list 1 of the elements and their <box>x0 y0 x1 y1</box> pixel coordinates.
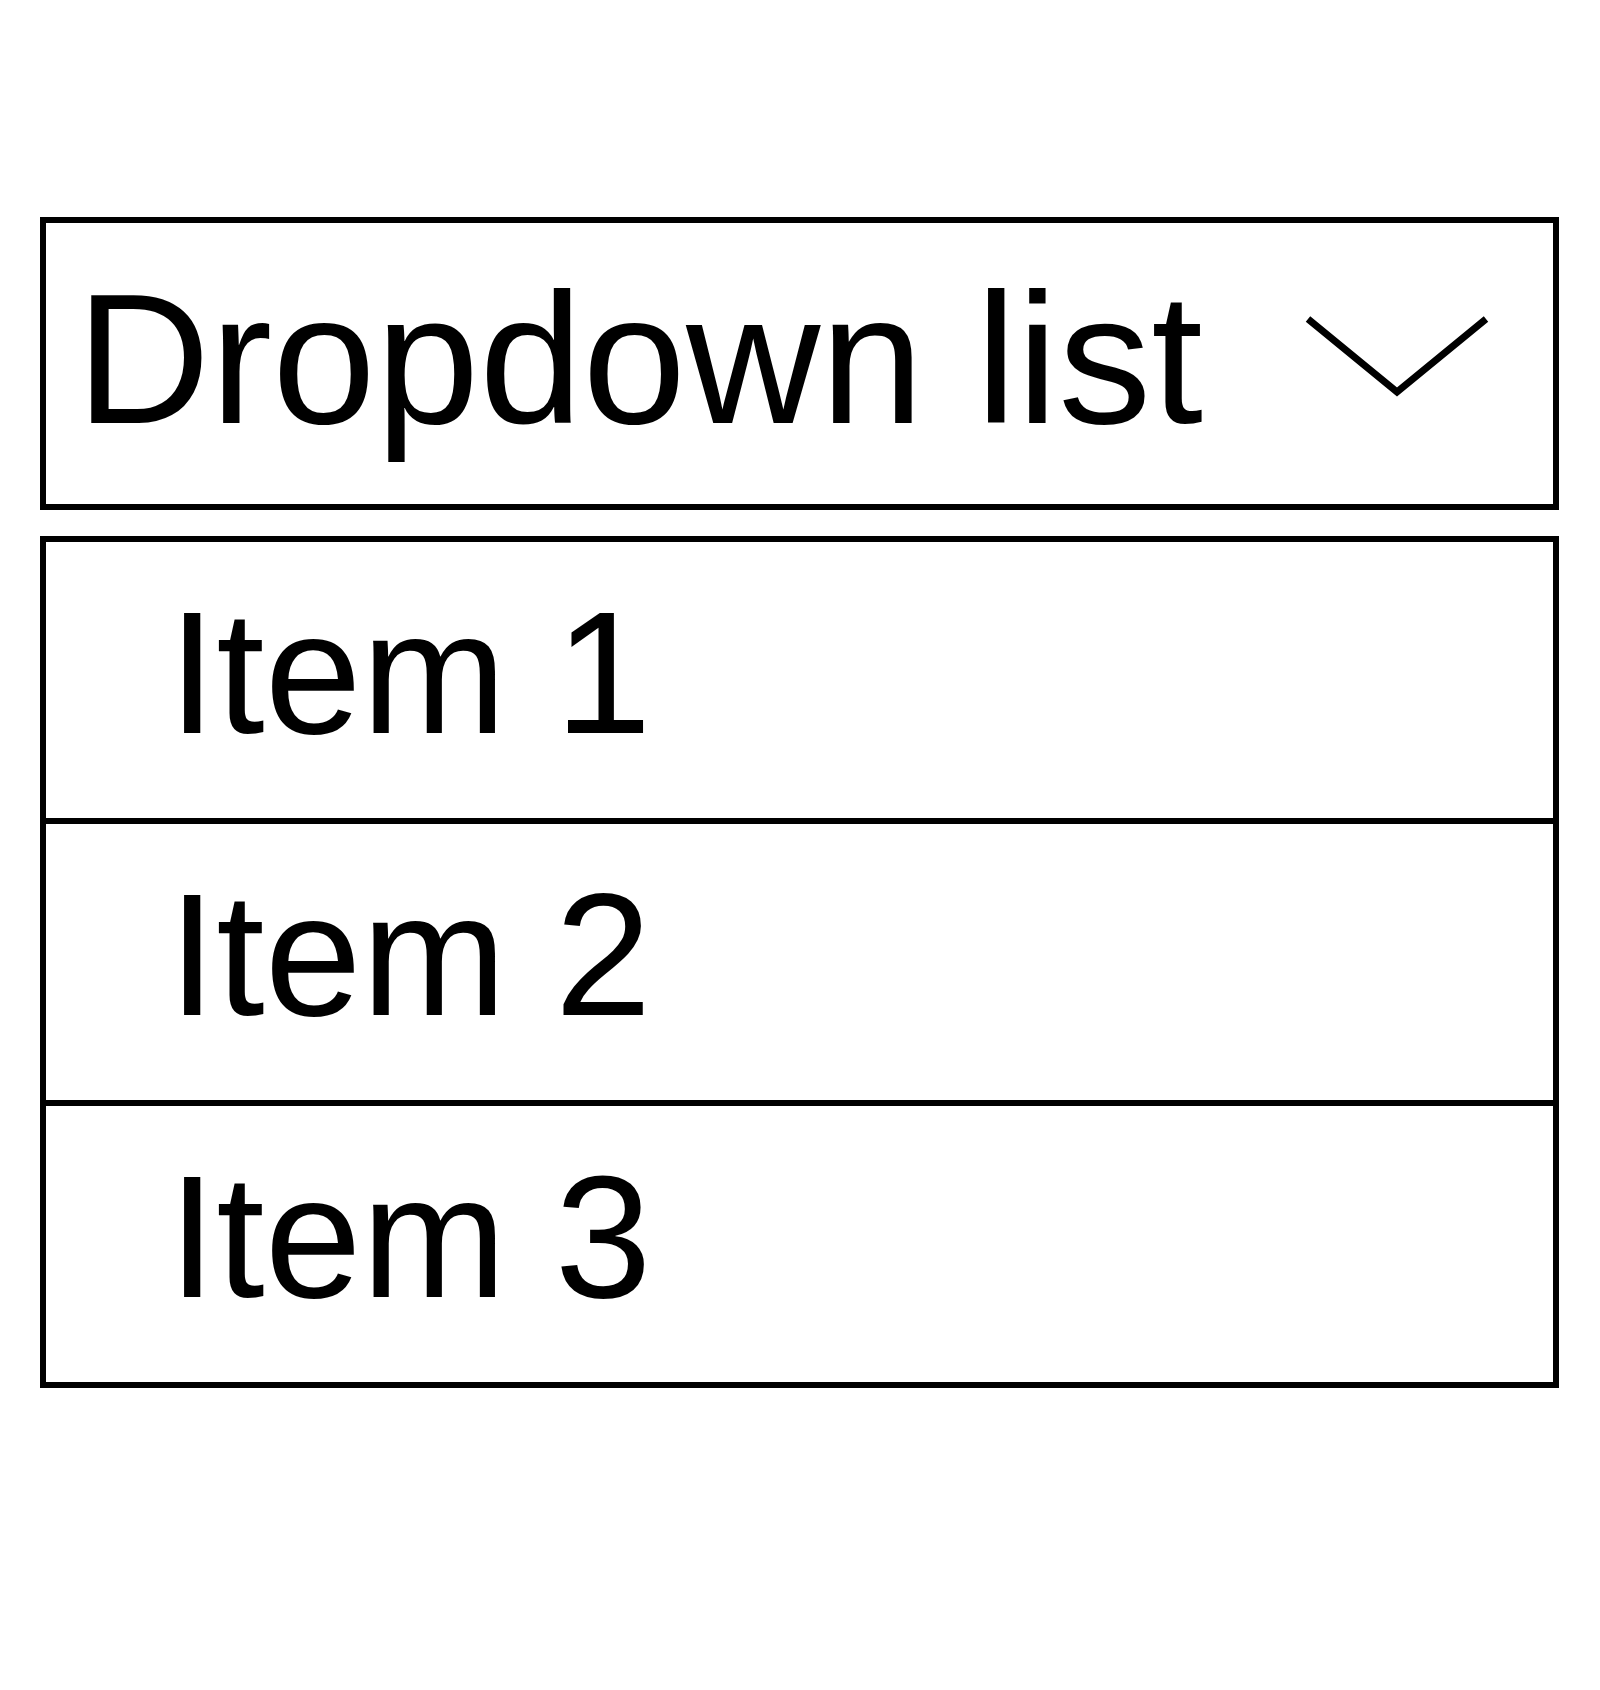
dropdown-button[interactable]: Dropdown list <box>40 217 1559 510</box>
